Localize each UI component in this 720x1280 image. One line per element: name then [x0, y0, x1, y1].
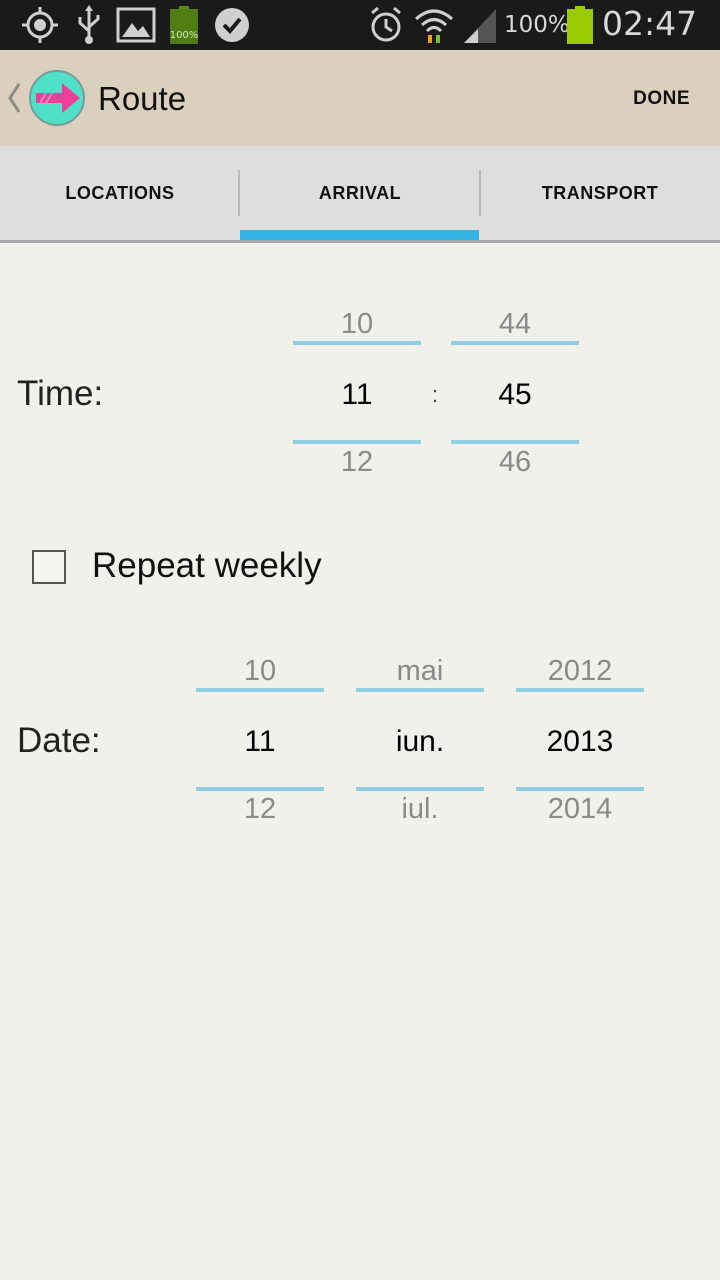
status-bar: 100% 100% 02:47: [0, 0, 720, 50]
status-clock: 02:47: [602, 4, 698, 43]
tab-locations[interactable]: LOCATIONS: [0, 146, 240, 240]
wifi-icon: [415, 9, 453, 43]
minute-prev[interactable]: 44: [451, 308, 579, 341]
picker-divider: [293, 341, 421, 345]
tab-bar: LOCATIONS ARRIVAL TRANSPORT: [0, 146, 720, 243]
battery-saver-icon: 100%: [170, 6, 198, 44]
year-next[interactable]: 2014: [516, 793, 644, 826]
page-title: Route: [98, 80, 187, 117]
day-current[interactable]: 11: [196, 725, 324, 759]
date-label: Date:: [17, 721, 101, 760]
tab-transport[interactable]: TRANSPORT: [480, 146, 720, 240]
app-logo-icon[interactable]: [28, 69, 86, 127]
picker-divider: [516, 688, 644, 692]
chevron-left-icon[interactable]: [6, 80, 22, 116]
picker-divider: [451, 440, 579, 444]
alarm-icon: [371, 6, 401, 42]
repeat-weekly-label[interactable]: Repeat weekly: [92, 546, 322, 586]
picker-divider: [196, 688, 324, 692]
month-picker[interactable]: mai iun. iul.: [356, 652, 484, 832]
picker-divider: [293, 440, 421, 444]
day-next[interactable]: 12: [196, 793, 324, 826]
minute-current[interactable]: 45: [451, 378, 579, 412]
day-prev[interactable]: 10: [196, 655, 324, 688]
picker-divider: [516, 787, 644, 791]
picker-divider: [196, 787, 324, 791]
gps-icon: [22, 7, 58, 43]
time-label: Time:: [17, 374, 104, 413]
year-picker[interactable]: 2012 2013 2014: [516, 652, 644, 832]
done-button[interactable]: DONE: [633, 88, 690, 110]
battery-icon: [567, 6, 593, 44]
month-prev[interactable]: mai: [356, 655, 484, 688]
hour-picker[interactable]: 10 11 12: [293, 305, 421, 485]
signal-icon: [464, 9, 496, 43]
tab-selected-indicator: [240, 230, 479, 240]
time-separator: :: [432, 382, 439, 407]
skype-icon: [215, 8, 249, 42]
repeat-weekly-checkbox[interactable]: [32, 550, 66, 584]
hour-next[interactable]: 12: [293, 446, 421, 479]
gallery-icon: [116, 7, 156, 43]
picker-divider: [451, 341, 579, 345]
year-current[interactable]: 2013: [516, 725, 644, 759]
minute-next[interactable]: 46: [451, 446, 579, 479]
year-prev[interactable]: 2012: [516, 655, 644, 688]
hour-prev[interactable]: 10: [293, 308, 421, 341]
action-bar: Route DONE: [0, 50, 720, 146]
minute-picker[interactable]: 44 45 46: [451, 305, 579, 485]
tab-arrival[interactable]: ARRIVAL: [240, 146, 480, 240]
picker-divider: [356, 688, 484, 692]
usb-icon: [78, 5, 100, 44]
hour-current[interactable]: 11: [293, 378, 421, 412]
picker-divider: [356, 787, 484, 791]
month-next[interactable]: iul.: [356, 793, 484, 826]
battery-percent: 100%: [504, 12, 570, 38]
month-current[interactable]: iun.: [356, 725, 484, 759]
day-picker[interactable]: 10 11 12: [196, 652, 324, 832]
